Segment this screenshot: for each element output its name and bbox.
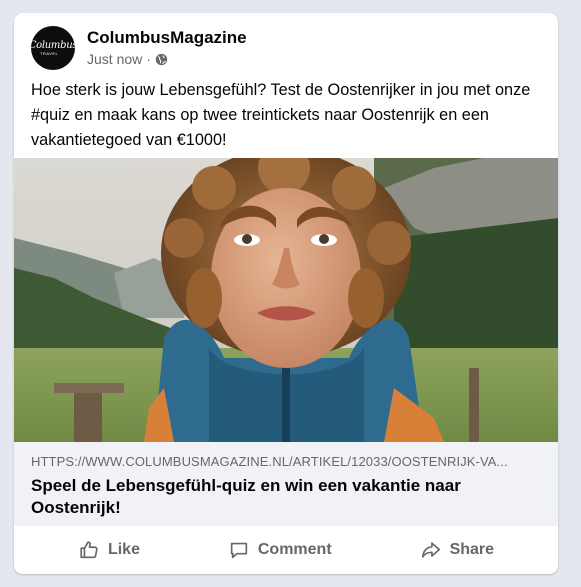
action-bar: Like Comment Share: [14, 526, 558, 574]
like-button[interactable]: Like: [78, 539, 140, 561]
share-arrow-icon: [421, 542, 440, 558]
link-preview[interactable]: HTTPS://WWW.COLUMBUSMAGAZINE.NL/ARTIKEL/…: [14, 442, 558, 526]
facebook-post-card: Columbus TRAVEL ColumbusMagazine Just no…: [14, 13, 558, 574]
timestamp[interactable]: Just now: [87, 50, 142, 68]
share-button[interactable]: Share: [420, 539, 494, 561]
post-meta: ColumbusMagazine Just now ·: [87, 28, 247, 68]
post-text: Hoe sterk is jouw Lebensgefühl? Test de …: [31, 81, 531, 149]
avatar[interactable]: Columbus TRAVEL: [31, 26, 75, 70]
comment-label: Comment: [257, 541, 332, 558]
post-header: Columbus TRAVEL ColumbusMagazine Just no…: [31, 26, 247, 70]
speech-bubble-icon: [230, 542, 248, 559]
link-url[interactable]: HTTPS://WWW.COLUMBUSMAGAZINE.NL/ARTIKEL/…: [31, 454, 546, 469]
separator: ·: [146, 51, 151, 67]
avatar-logo-subtext: TRAVEL: [40, 50, 59, 56]
avatar-logo-text: Columbus: [31, 39, 75, 51]
thumbs-up-icon: [80, 541, 98, 559]
photo-woman-in-mountains: [14, 158, 558, 442]
comment-button[interactable]: Comment: [228, 539, 332, 561]
post-photo[interactable]: [14, 158, 558, 442]
link-title[interactable]: Speel de Lebensgefühl-quiz en win een va…: [31, 475, 541, 519]
share-label: Share: [449, 541, 495, 558]
page-name[interactable]: ColumbusMagazine: [87, 28, 247, 48]
like-label: Like: [107, 541, 140, 558]
timestamp-row: Just now ·: [87, 50, 247, 68]
globe-icon[interactable]: [155, 53, 168, 66]
